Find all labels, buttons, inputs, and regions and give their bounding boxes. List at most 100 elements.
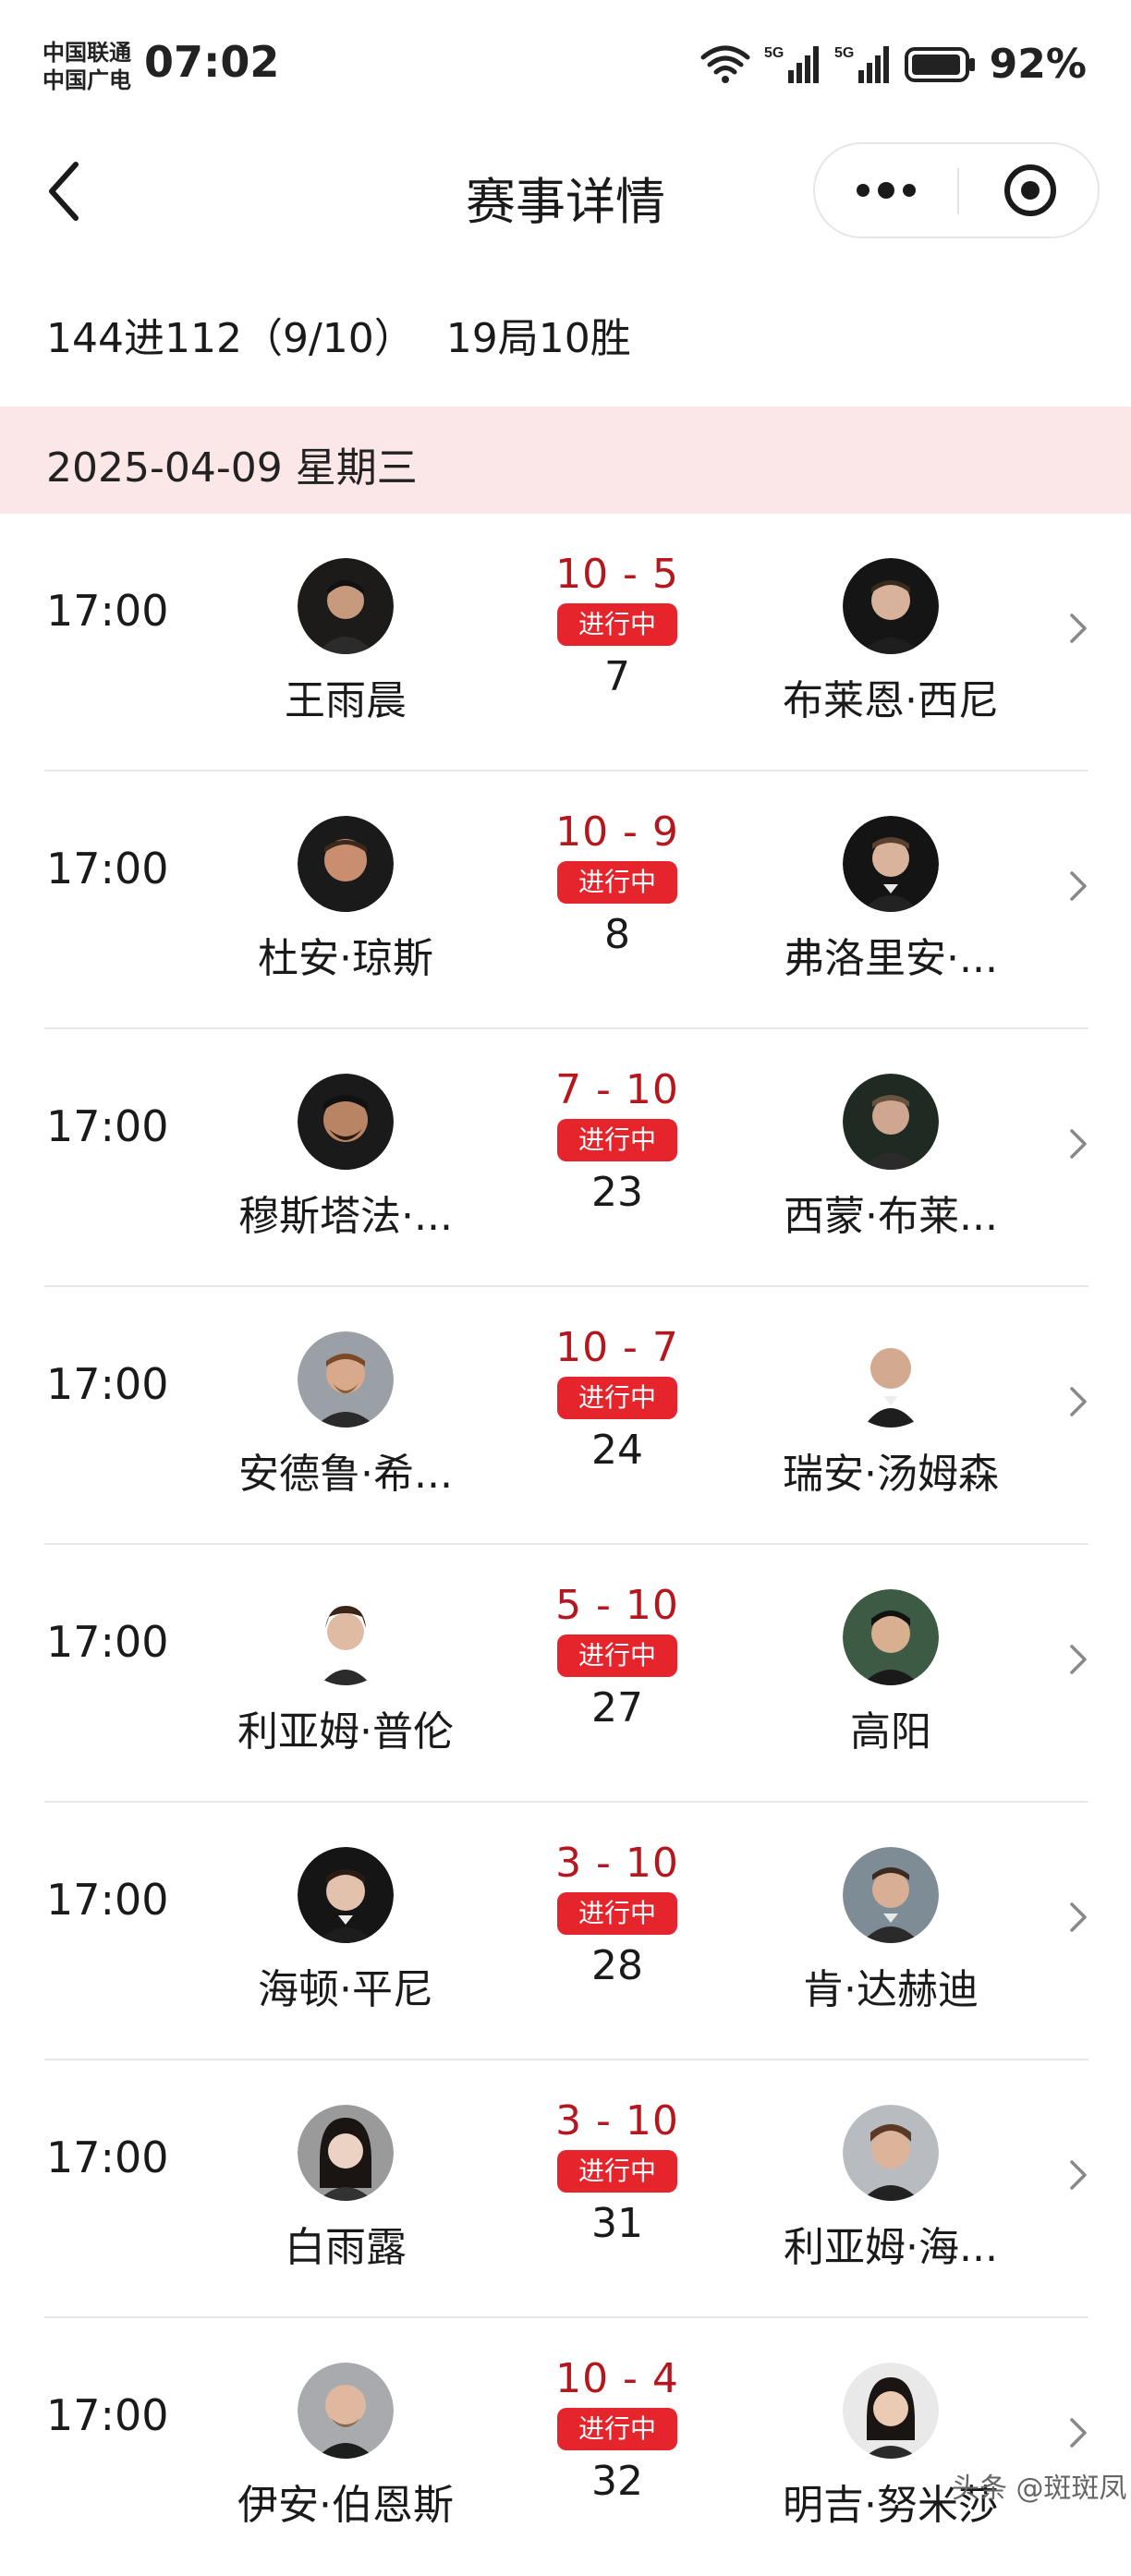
player-right: 利亚姆·海...: [752, 2105, 1029, 2273]
score-block: 10 - 4 进行中 32: [525, 2355, 710, 2505]
nav-bar: 赛事详情: [0, 129, 1131, 249]
match-score: 10 - 9: [555, 808, 679, 856]
player-name: 利亚姆·普伦: [237, 1708, 454, 1756]
match-list: 17:00 王雨晨 10 - 5 进行中 7 布莱恩·西尼 17:00 杜安·琼…: [0, 514, 1131, 2576]
score-block: 10 - 7 进行中 24: [525, 1324, 710, 1474]
score-block: 10 - 5 进行中 7: [525, 551, 710, 700]
player-avatar: [298, 1331, 394, 1428]
mini-program-capsule: [813, 142, 1100, 238]
chevron-right-icon: [1070, 1387, 1087, 1416]
match-score: 10 - 7: [555, 1324, 679, 1371]
player-right: 布莱恩·西尼: [752, 558, 1029, 726]
signal-icon-2: 5G: [834, 45, 889, 83]
player-left: 王雨晨: [207, 558, 484, 726]
player-avatar: [298, 558, 394, 654]
target-circle-icon: [1004, 164, 1056, 216]
status-badge: 进行中: [557, 1634, 677, 1677]
chevron-right-icon: [1070, 2160, 1087, 2190]
chevron-right-icon: [1070, 1645, 1087, 1674]
player-name: 白雨露: [285, 2224, 407, 2271]
battery-percentage: 92%: [989, 41, 1087, 88]
frame-number: 7: [604, 653, 630, 700]
more-button[interactable]: [815, 144, 957, 237]
status-bar: 中国联通 中国广电 07:02 5G 5G 92%: [0, 0, 1131, 129]
player-name: 高阳: [850, 1708, 931, 1756]
player-name: 瑞安·汤姆森: [783, 1451, 999, 1498]
player-avatar: [298, 2363, 394, 2459]
player-left: 利亚姆·普伦: [207, 1589, 484, 1757]
match-row[interactable]: 17:00 王雨晨 10 - 5 进行中 7 布莱恩·西尼: [0, 514, 1131, 772]
chevron-right-icon: [1070, 1902, 1087, 1932]
player-avatar: [298, 1074, 394, 1170]
player-name: 布莱恩·西尼: [783, 677, 999, 724]
frame-number: 32: [591, 2458, 643, 2505]
player-left: 海顿·平尼: [207, 1847, 484, 2015]
match-time: 17:00: [46, 1875, 169, 1925]
match-time: 17:00: [46, 1359, 169, 1409]
player-left: 穆斯塔法·...: [207, 1074, 484, 1242]
player-name: 西蒙·布莱...: [784, 1193, 998, 1240]
match-score: 3 - 10: [555, 1840, 679, 1887]
match-row[interactable]: 17:00 白雨露 3 - 10 进行中 31 利亚姆·海...: [0, 2060, 1131, 2318]
player-right: 高阳: [752, 1589, 1029, 1757]
frame-number: 27: [591, 1684, 643, 1732]
match-row[interactable]: 17:00 穆斯塔法·... 7 - 10 进行中 23 西蒙·布莱...: [0, 1029, 1131, 1287]
player-name: 安德鲁·希...: [238, 1451, 453, 1498]
more-dots-icon: [857, 182, 916, 199]
match-time: 17:00: [46, 2132, 169, 2182]
match-time: 17:00: [46, 844, 169, 893]
match-time: 17:00: [46, 2390, 169, 2440]
player-left: 伊安·伯恩斯: [207, 2363, 484, 2531]
player-name: 肯·达赫迪: [803, 1966, 979, 2013]
match-row[interactable]: 17:00 海顿·平尼 3 - 10 进行中 28 肯·达赫迪: [0, 1803, 1131, 2060]
player-right: 弗洛里安·...: [752, 816, 1029, 984]
close-mini-program-button[interactable]: [959, 144, 1098, 237]
match-row[interactable]: 17:00 杜安·琼斯 10 - 9 进行中 8 弗洛里安·...: [0, 772, 1131, 1029]
watermark: 头条 @斑斑凤: [952, 2473, 1127, 2505]
player-avatar: [843, 558, 939, 654]
match-score: 7 - 10: [555, 1066, 679, 1113]
player-avatar: [843, 1074, 939, 1170]
status-badge: 进行中: [557, 2150, 677, 2193]
date-header: 2025-04-09 星期三: [0, 407, 1131, 514]
round-format: 19局10胜: [445, 315, 631, 362]
player-avatar: [843, 1589, 939, 1685]
frame-number: 23: [591, 1169, 643, 1216]
player-right: 西蒙·布莱...: [752, 1074, 1029, 1242]
player-avatar: [843, 1847, 939, 1943]
score-block: 7 - 10 进行中 23: [525, 1066, 710, 1216]
signal-label-1: 5G: [764, 45, 784, 61]
match-row[interactable]: 17:00 伊安·伯恩斯 10 - 4 进行中 32 明吉·努米莎: [0, 2318, 1131, 2576]
date-label: 2025-04-09 星期三: [46, 444, 418, 492]
status-icons: 5G 5G 92%: [699, 41, 1087, 88]
status-time: 07:02: [144, 37, 280, 87]
signal-label-2: 5G: [834, 45, 854, 61]
chevron-right-icon: [1070, 1129, 1087, 1159]
battery-icon: [904, 46, 975, 82]
frame-number: 24: [591, 1427, 643, 1474]
status-badge: 进行中: [557, 861, 677, 904]
match-row[interactable]: 17:00 利亚姆·普伦 5 - 10 进行中 27 高阳: [0, 1545, 1131, 1803]
status-badge: 进行中: [557, 1892, 677, 1935]
player-avatar: [843, 2363, 939, 2459]
status-badge: 进行中: [557, 1119, 677, 1161]
match-score: 10 - 5: [555, 551, 679, 598]
player-name: 弗洛里安·...: [784, 935, 998, 982]
match-row[interactable]: 17:00 安德鲁·希... 10 - 7 进行中 24 瑞安·汤姆森: [0, 1287, 1131, 1545]
round-info: 144进112（9/10） 19局10胜: [46, 305, 663, 364]
carrier-names: 中国联通 中国广电: [43, 39, 131, 94]
player-avatar: [298, 816, 394, 912]
player-avatar: [298, 2105, 394, 2201]
status-badge: 进行中: [557, 1377, 677, 1419]
signal-icon: 5G: [764, 45, 819, 83]
status-badge: 进行中: [557, 603, 677, 646]
chevron-right-icon: [1070, 871, 1087, 901]
frame-number: 8: [604, 911, 630, 958]
match-score: 10 - 4: [555, 2355, 679, 2402]
player-avatar: [843, 1331, 939, 1428]
player-left: 白雨露: [207, 2105, 484, 2273]
player-name: 伊安·伯恩斯: [237, 2482, 454, 2529]
match-time: 17:00: [46, 1617, 169, 1667]
match-time: 17:00: [46, 1101, 169, 1151]
score-block: 3 - 10 进行中 28: [525, 1840, 710, 1989]
